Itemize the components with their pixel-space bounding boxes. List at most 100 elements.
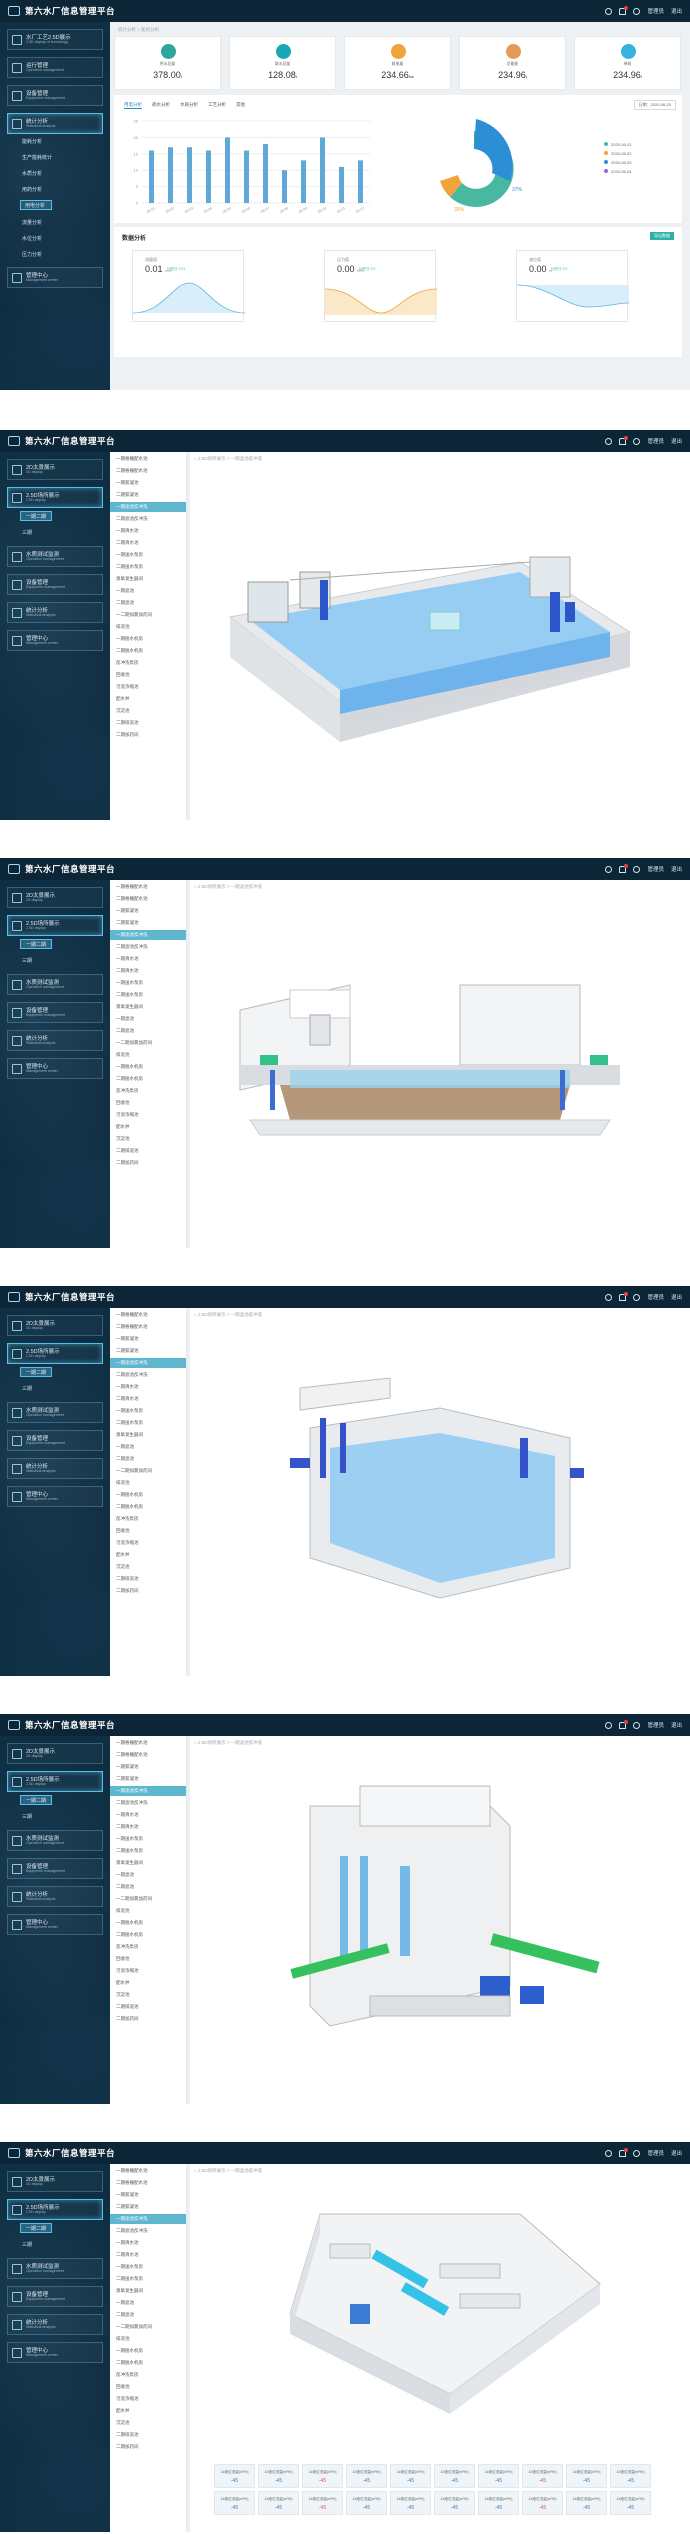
user-name[interactable]: 管理员 (647, 2149, 664, 2157)
facility-item[interactable]: 一二期加氯加药间 (110, 1894, 186, 1904)
facility-item[interactable]: 一期脱水机房 (110, 1490, 186, 1500)
facility-item[interactable]: 二期排泥池 (110, 2002, 186, 2012)
menu-management[interactable]: 管理中心 Management center (7, 267, 103, 288)
facility-item[interactable]: 排泥池 (110, 2334, 186, 2344)
sub-production[interactable]: 生产能耗统计 (22, 154, 103, 161)
facility-item[interactable]: 二期清水池 (110, 1822, 186, 1832)
bell-icon[interactable] (619, 5, 629, 15)
bell-icon[interactable] (619, 1719, 629, 1729)
facility-item[interactable]: 配水井 (110, 1550, 186, 1560)
facility-item[interactable]: 一期滤池反冲洗 (110, 502, 186, 512)
facility-item[interactable]: 二期送水泵房 (110, 562, 186, 572)
facility-item[interactable]: 二期滤池 (110, 1026, 186, 1036)
menu-water-monitor[interactable]: 水质测试监测 Operation management (7, 2258, 103, 2279)
facility-item[interactable]: 回收池 (110, 1526, 186, 1536)
settings-icon[interactable] (605, 2149, 613, 2157)
menu-2d-display[interactable]: 2D太景展示 2D display (7, 1743, 103, 1764)
menu-management[interactable]: 管理中心 Management center (7, 1486, 103, 1507)
facility-item[interactable]: 配水井 (110, 694, 186, 704)
facility-item[interactable]: 沉淀池 (110, 2418, 186, 2428)
bell-icon[interactable] (619, 435, 629, 445)
settings-icon[interactable] (605, 865, 613, 873)
facility-item[interactable]: 二期排泥池 (110, 1146, 186, 1156)
facility-item[interactable]: 二期格栅配水池 (110, 894, 186, 904)
facility-item[interactable]: 一期格栅配水池 (110, 2166, 186, 2176)
facility-item[interactable]: 二期清水池 (110, 538, 186, 548)
facility-item[interactable]: 一期送水泵房 (110, 2262, 186, 2272)
menu-equipment[interactable]: 设备管理 Equipment management (7, 85, 103, 106)
facility-item[interactable]: 反冲洗泵房 (110, 1942, 186, 1952)
facility-item[interactable]: 二期滤池反冲洗 (110, 514, 186, 524)
facility-item[interactable]: 配水井 (110, 2406, 186, 2416)
bell-icon[interactable] (619, 1291, 629, 1301)
facility-item[interactable]: 一期送水泵房 (110, 550, 186, 560)
facility-item[interactable]: 一期絮凝池 (110, 2190, 186, 2200)
user-name[interactable]: 管理员 (647, 437, 664, 445)
menu-statistics[interactable]: 统计分析 Statistical analysis (7, 1458, 103, 1479)
facility-item[interactable]: 一期絮凝池 (110, 1334, 186, 1344)
facility-item[interactable]: 二期送水泵房 (110, 2274, 186, 2284)
tab-other[interactable]: 其他 (236, 102, 245, 109)
bell-icon[interactable] (619, 863, 629, 873)
facility-item[interactable]: 一期滤池 (110, 1442, 186, 1452)
facility-item[interactable]: 回收池 (110, 1954, 186, 1964)
sub-phase-3[interactable]: 三期 (22, 1813, 103, 1820)
facility-item[interactable]: 回收池 (110, 670, 186, 680)
facility-item[interactable]: 一期清水池 (110, 526, 186, 536)
facility-item[interactable]: 二期清水池 (110, 2250, 186, 2260)
logout-link[interactable]: 退出 (671, 437, 682, 445)
facility-item[interactable]: 一期滤池 (110, 1014, 186, 1024)
logout-link[interactable]: 退出 (671, 7, 682, 15)
facility-item[interactable]: 二期加药间 (110, 2014, 186, 2024)
facility-item[interactable]: 回收池 (110, 1098, 186, 1108)
facility-item[interactable]: 一期清水池 (110, 954, 186, 964)
logout-link[interactable]: 退出 (671, 1293, 682, 1301)
facility-item[interactable]: 臭氧发生器间 (110, 574, 186, 584)
facility-item[interactable]: 一期滤池反冲洗 (110, 1786, 186, 1796)
menu-equipment[interactable]: 设备管理 Equipment management (7, 1002, 103, 1023)
menu-management[interactable]: 管理中心 Management center (7, 2342, 103, 2363)
facility-item[interactable]: 一期脱水机房 (110, 1918, 186, 1928)
menu-statistics[interactable]: 统计分析 Statistical analysis (7, 1030, 103, 1051)
menu-2-5d-display[interactable]: 2.5D场所展示 2.5D display (7, 915, 103, 936)
settings-icon[interactable] (605, 1293, 613, 1301)
facility-item[interactable]: 一期清水池 (110, 1810, 186, 1820)
facility-item[interactable]: 反冲洗泵房 (110, 658, 186, 668)
sub-energy[interactable]: 能耗分析 (22, 138, 103, 145)
user-name[interactable]: 管理员 (647, 1721, 664, 1729)
facility-item[interactable]: 臭氧发生器间 (110, 1430, 186, 1440)
menu-equipment[interactable]: 设备管理 Equipment management (7, 574, 103, 595)
facility-item[interactable]: 一期滤池 (110, 586, 186, 596)
tab-quality[interactable]: 水质分析 (180, 102, 198, 109)
facility-item[interactable]: 二期滤池 (110, 2310, 186, 2320)
facility-item[interactable]: 沉淀池 (110, 1134, 186, 1144)
facility-item[interactable]: 污泥浓缩池 (110, 1110, 186, 1120)
facility-item[interactable]: 配水井 (110, 1978, 186, 1988)
sub-phase-3[interactable]: 三期 (22, 957, 103, 964)
menu-2-5d-display[interactable]: 2.5D场所展示 2.5D display (7, 2199, 103, 2220)
facility-item[interactable]: 二期加药间 (110, 1158, 186, 1168)
facility-item[interactable]: 二期脱水机房 (110, 2358, 186, 2368)
sub-phase-1-2[interactable]: 一期二期 (20, 2223, 52, 2233)
facility-item[interactable]: 二期滤池 (110, 598, 186, 608)
facility-item[interactable]: 污泥浓缩池 (110, 1966, 186, 1976)
settings-icon[interactable] (605, 7, 613, 15)
facility-item[interactable]: 二期脱水机房 (110, 1502, 186, 1512)
menu-water-monitor[interactable]: 水质测试监测 Operation management (7, 974, 103, 995)
facility-item[interactable]: 二期排泥池 (110, 718, 186, 728)
facility-item[interactable]: 配水井 (110, 1122, 186, 1132)
facility-item[interactable]: 一二期加氯加药间 (110, 2322, 186, 2332)
facility-item[interactable]: 二期脱水机房 (110, 1074, 186, 1084)
settings-icon[interactable] (605, 437, 613, 445)
menu-statistics[interactable]: 统计分析 Statistical analysis (7, 2314, 103, 2335)
menu-2-5d[interactable]: 水厂工艺2.5D展示 2.5D display of technology (7, 29, 103, 50)
facility-item[interactable]: 一二期加氯加药间 (110, 1038, 186, 1048)
menu-2-5d-display[interactable]: 2.5D场所展示 2.5D display (7, 487, 103, 508)
facility-item[interactable]: 二期加药间 (110, 2442, 186, 2452)
facility-item[interactable]: 一期滤池反冲洗 (110, 2214, 186, 2224)
facility-item[interactable]: 一期格栅配水池 (110, 1738, 186, 1748)
facility-item[interactable]: 二期絮凝池 (110, 1774, 186, 1784)
menu-equipment[interactable]: 设备管理 Equipment management (7, 2286, 103, 2307)
menu-management[interactable]: 管理中心 Management center (7, 1914, 103, 1935)
facility-item[interactable]: 一期滤池 (110, 2298, 186, 2308)
